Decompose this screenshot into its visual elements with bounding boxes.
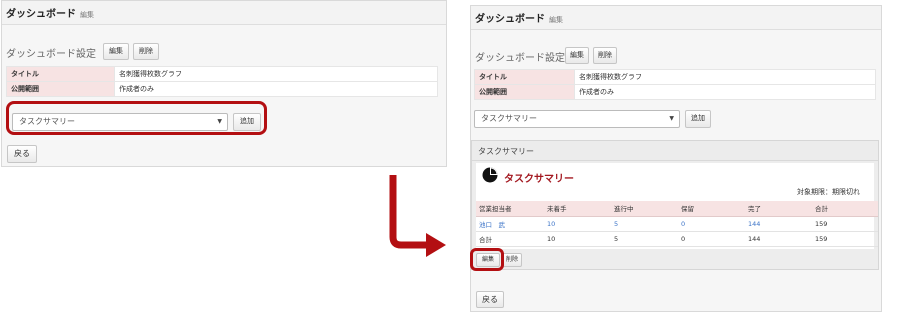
- back-button[interactable]: 戻る: [7, 145, 37, 163]
- arrow-icon: [389, 175, 446, 257]
- widget-select-value: タスクサマリー: [481, 114, 537, 123]
- page-title: ダッシュボード 編集: [475, 10, 563, 25]
- cell-link[interactable]: 10: [544, 216, 611, 232]
- widget-header: タスクサマリー: [472, 141, 878, 161]
- header-edit-link[interactable]: 編集: [80, 11, 94, 19]
- table-row: 池口 武 10 5 0 144 159: [476, 216, 878, 232]
- widget-header-title: タスクサマリー: [478, 147, 534, 156]
- cell-link[interactable]: 0: [678, 216, 745, 232]
- settings-table: タイトル 名刺獲得枚数グラフ 公開範囲 作成者のみ: [6, 66, 438, 97]
- back-button[interactable]: 戻る: [476, 291, 504, 308]
- table-row: 合計 10 5 0 144 159: [476, 231, 878, 247]
- section-title: ダッシュボード設定: [475, 53, 565, 64]
- cell-link[interactable]: 5: [611, 216, 678, 232]
- col-header: 営業担当者: [476, 201, 544, 217]
- cell: 5: [611, 231, 678, 247]
- row-label-scope: 公開範囲: [6, 81, 115, 97]
- table-row: タイトル 名刺獲得枚数グラフ: [474, 69, 876, 85]
- delete-button[interactable]: 削除: [133, 43, 159, 60]
- header-edit-link[interactable]: 編集: [549, 16, 563, 24]
- col-header: 未着手: [544, 201, 611, 217]
- chevron-down-icon: ▼: [669, 115, 674, 122]
- page-title-text: ダッシュボード: [6, 9, 76, 20]
- cell-link[interactable]: 池口 武: [476, 216, 544, 232]
- row-value-scope: 作成者のみ: [574, 84, 876, 100]
- cell: 144: [745, 231, 812, 247]
- page-title-text: ダッシュボード: [475, 14, 545, 25]
- dashboard-panel-before: ダッシュボード 編集 ダッシュボード設定 編集 削除 タイトル 名刺獲得枚数グラフ…: [1, 0, 447, 167]
- summary-title: タスクサマリー: [504, 174, 574, 185]
- pie-chart-icon: [482, 167, 498, 183]
- cell: 0: [678, 231, 745, 247]
- row-label-title: タイトル: [474, 69, 575, 85]
- col-header: 合計: [812, 201, 878, 217]
- period-filter: 対象期限：期限切れ: [797, 188, 860, 196]
- delete-button[interactable]: 削除: [593, 47, 617, 64]
- widget-select[interactable]: タスクサマリー ▼: [474, 110, 680, 128]
- table-row: タイトル 名刺獲得枚数グラフ: [6, 66, 438, 82]
- panel-header: ダッシュボード 編集: [2, 1, 446, 25]
- edit-button[interactable]: 編集: [103, 43, 129, 60]
- cell: 10: [544, 231, 611, 247]
- table-row: 公開範囲 作成者のみ: [6, 81, 438, 97]
- add-button[interactable]: 追加: [685, 110, 711, 128]
- row-label-scope: 公開範囲: [474, 84, 575, 100]
- cell-link[interactable]: 144: [745, 216, 812, 232]
- widget-body: タスクサマリー 対象期限：期限切れ 営業担当者 未着手 進行中 保留 完了 合計…: [476, 163, 878, 249]
- highlight-box: [6, 101, 267, 135]
- dashboard-panel-after: ダッシュボード 編集 ダッシュボード設定 編集 削除 タイトル 名刺獲得枚数グラフ…: [470, 5, 882, 312]
- col-header: 完了: [745, 201, 812, 217]
- table-header-row: 営業担当者 未着手 進行中 保留 完了 合計: [476, 201, 878, 217]
- page-title: ダッシュボード 編集: [6, 5, 94, 20]
- row-label-title: タイトル: [6, 66, 115, 82]
- settings-table: タイトル 名刺獲得枚数グラフ 公開範囲 作成者のみ: [474, 69, 876, 100]
- cell: 合計: [476, 231, 544, 247]
- task-summary-widget: タスクサマリー タスクサマリー 対象期限：期限切れ 営業担当者 未着手 進行中 …: [470, 140, 879, 271]
- edit-button[interactable]: 編集: [565, 47, 589, 64]
- row-value-scope: 作成者のみ: [114, 81, 438, 97]
- col-header: 保留: [678, 201, 745, 217]
- panel-header: ダッシュボード 編集: [471, 6, 881, 30]
- highlight-box: [470, 248, 504, 271]
- col-header: 進行中: [611, 201, 678, 217]
- row-value-title: 名刺獲得枚数グラフ: [114, 66, 438, 82]
- section-title: ダッシュボード設定: [6, 49, 96, 60]
- summary-table: 営業担当者 未着手 進行中 保留 完了 合計 池口 武 10 5 0 144 1…: [476, 201, 878, 247]
- widget-delete-button[interactable]: 削除: [502, 253, 522, 267]
- cell: 159: [812, 216, 878, 232]
- cell: 159: [812, 231, 878, 247]
- table-row: 公開範囲 作成者のみ: [474, 84, 876, 100]
- row-value-title: 名刺獲得枚数グラフ: [574, 69, 876, 85]
